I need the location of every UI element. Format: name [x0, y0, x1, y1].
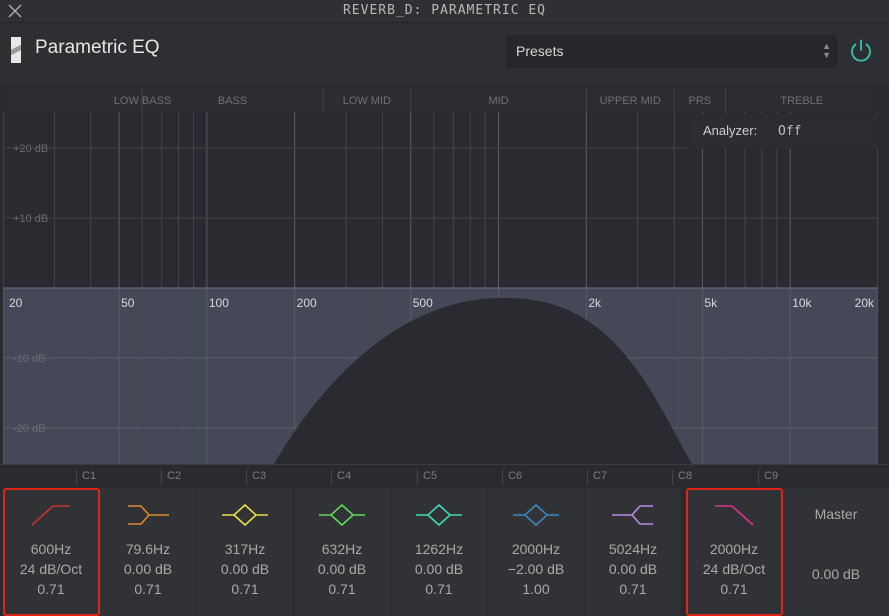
master-label: Master [814, 506, 858, 522]
band-gain: 0.00 dB [220, 561, 270, 577]
ruler-tick: C2 [161, 469, 181, 485]
band-ruler: C1 C2 C3 C4 C5 C6 C7 C8 C9 [0, 464, 889, 488]
high-shelf-filter-icon [612, 505, 653, 525]
band-gain: 0.00 dB [414, 561, 464, 577]
region-label: TREBLE [780, 95, 823, 107]
ruler-tick: C7 [587, 469, 607, 485]
band-frequency: 5024Hz [608, 541, 658, 557]
band-strip: 600Hz 24 dB/Oct 0.71 79.6Hz 0.00 dB 0.71… [0, 488, 889, 616]
presets-label: Presets [516, 43, 564, 59]
freq-label: 20 [9, 296, 23, 310]
band-q: 0.71 [720, 581, 748, 597]
band-q: 0.71 [231, 581, 259, 597]
band-frequency: 2000Hz [709, 541, 759, 557]
band-1[interactable]: 600Hz 24 dB/Oct 0.71 [3, 488, 100, 616]
band-frequency: 317Hz [224, 541, 266, 557]
band-8[interactable]: 2000Hz 24 dB/Oct 0.71 [686, 488, 783, 616]
analyzer-label: Analyzer: [703, 123, 758, 138]
freq-label: 50 [121, 296, 135, 310]
ruler-tick: C3 [246, 469, 266, 485]
low-shelf-filter-icon [128, 505, 169, 525]
analyzer-control[interactable]: Analyzer: Off [689, 114, 878, 149]
db-label: -10 dB [13, 353, 45, 365]
band-6[interactable]: 2000Hz −2.00 dB 1.00 [488, 488, 585, 616]
brand-logo-icon [11, 37, 21, 63]
chevron-updown-icon: ▲ ▼ [822, 41, 831, 60]
presets-dropdown[interactable]: Presets ▲ ▼ [506, 35, 837, 68]
band-7[interactable]: 5024Hz 0.00 dB 0.71 [585, 488, 682, 616]
band-gain: 0.00 dB [317, 561, 367, 577]
db-label: +10 dB [13, 213, 48, 225]
ruler-tick: C8 [672, 469, 692, 485]
ruler-tick: C4 [331, 469, 351, 485]
bell-filter-icon [222, 503, 268, 527]
plugin-name: Parametric EQ [35, 37, 160, 58]
band-frequency: 1262Hz [414, 541, 464, 557]
band-q: 0.71 [37, 581, 65, 597]
band-2[interactable]: 79.6Hz 0.00 dB 0.71 [100, 488, 197, 616]
bell-filter-icon [319, 503, 365, 527]
band-gain: 24 dB/Oct [702, 561, 766, 577]
ruler-tick: C1 [76, 469, 96, 485]
band-3[interactable]: 317Hz 0.00 dB 0.71 [197, 488, 294, 616]
eq-graph[interactable]: LOW BASS BASS LOW MID MID UPPER MID PRS TREBLE… [3, 88, 878, 464]
band-q: 1.00 [522, 581, 550, 597]
band-gain: 24 dB/Oct [19, 561, 83, 577]
band-gain: 0.00 dB [608, 561, 658, 577]
db-label: -20 dB [13, 423, 45, 435]
band-4[interactable]: 632Hz 0.00 dB 0.71 [294, 488, 391, 616]
window-title: REVERB_D: PARAMETRIC EQ [342, 3, 546, 18]
analyzer-value: Off [778, 124, 802, 139]
freq-label: 100 [209, 296, 229, 310]
freq-label: 10k [792, 296, 812, 310]
bell-filter-icon [513, 503, 559, 527]
freq-label: 200 [297, 296, 317, 310]
band-frequency: 600Hz [30, 541, 72, 557]
title-bar: REVERB_D: PARAMETRIC EQ [0, 0, 889, 23]
ruler-tick: C6 [502, 469, 522, 485]
band-q: 0.71 [619, 581, 647, 597]
band-q: 0.71 [425, 581, 453, 597]
freq-label: 2k [588, 296, 602, 310]
power-icon[interactable] [847, 37, 875, 65]
low-pass-filter-icon [715, 505, 754, 526]
freq-label: 20k [855, 296, 875, 310]
region-label: BASS [218, 95, 247, 107]
freq-label: 500 [413, 296, 433, 310]
freq-label: 5k [704, 296, 718, 310]
plugin-header: Parametric EQ Presets ▲ ▼ [0, 23, 889, 85]
band-q: 0.71 [328, 581, 356, 597]
master-value: 0.00 dB [811, 566, 861, 582]
ruler-tick: C9 [758, 469, 778, 485]
region-label: MID [488, 95, 508, 107]
band-frequency: 632Hz [321, 541, 363, 557]
high-pass-filter-icon [31, 505, 70, 526]
band-frequency: 2000Hz [511, 541, 561, 557]
region-label: PRS [689, 95, 712, 107]
band-5[interactable]: 1262Hz 0.00 dB 0.71 [391, 488, 488, 616]
band-gain: 0.00 dB [123, 561, 173, 577]
region-label: LOW MID [343, 95, 391, 107]
db-label: +20 dB [13, 143, 48, 155]
band-frequency: 79.6Hz [125, 541, 171, 557]
band-gain: −2.00 dB [507, 561, 565, 577]
region-label: UPPER MID [600, 95, 661, 107]
master-gain[interactable]: Master 0.00 dB [783, 488, 889, 616]
bell-filter-icon [416, 503, 462, 527]
ruler-tick: C5 [417, 469, 437, 485]
band-q: 0.71 [134, 581, 162, 597]
